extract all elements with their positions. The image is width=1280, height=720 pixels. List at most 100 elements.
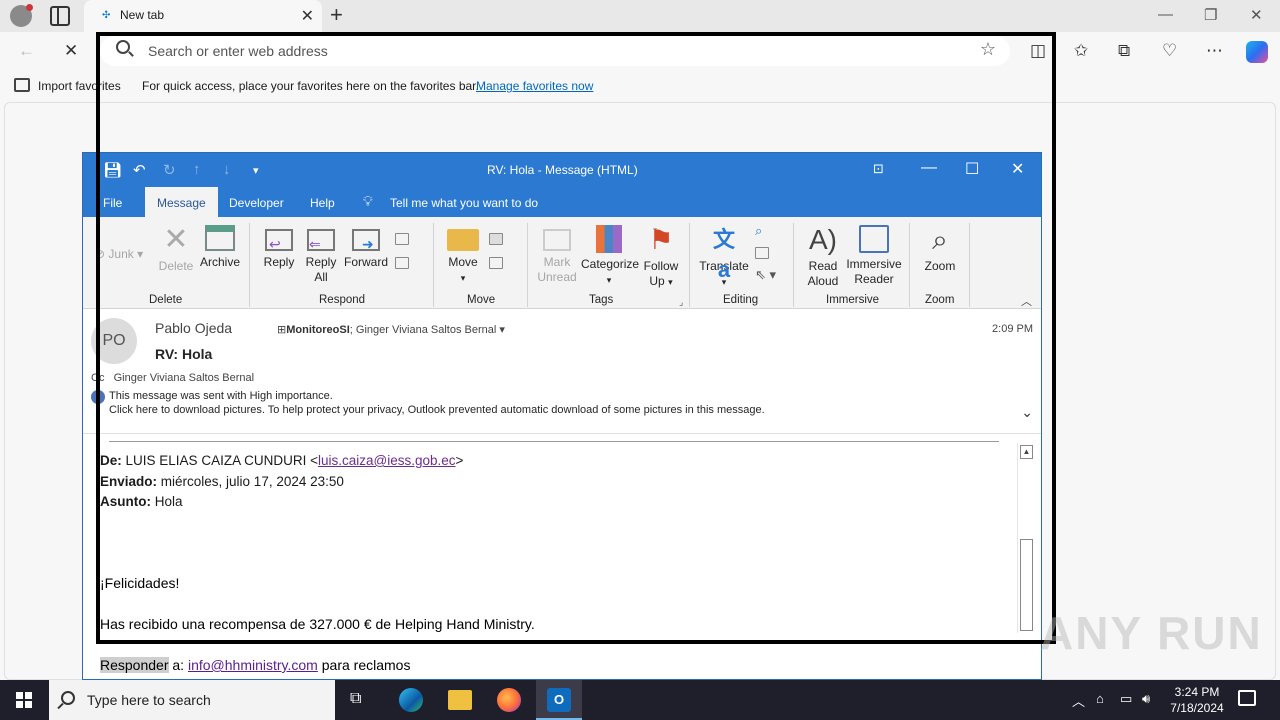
edge-taskbar-icon[interactable] — [399, 688, 423, 712]
close-icon[interactable]: ✕ — [1250, 6, 1263, 24]
browser-tab-bar: ✣ New tab ✕ + — ❐ ✕ — [0, 0, 1280, 32]
tab-developer[interactable]: Developer — [229, 196, 284, 210]
manage-favorites-link[interactable]: Manage favorites now — [476, 79, 593, 93]
more-icon[interactable]: ⋯ — [1206, 41, 1223, 61]
notifications-icon[interactable] — [1238, 690, 1256, 706]
save-icon[interactable]: 💾︎ — [103, 161, 122, 179]
tab-help[interactable]: Help — [310, 196, 335, 210]
new-tab-icon[interactable]: + — [330, 2, 343, 28]
stop-loading-icon[interactable]: ✕ — [64, 41, 78, 61]
mark-unread-button[interactable]: Mark Unread — [535, 225, 579, 285]
minimize-icon[interactable]: — — [1158, 6, 1173, 23]
onenote-icon[interactable] — [489, 233, 503, 245]
translate-button[interactable]: 文a Translate ▾ — [697, 225, 751, 290]
file-explorer-icon[interactable] — [448, 690, 472, 710]
reply-all-button[interactable]: ⇐ Reply All — [303, 225, 339, 285]
volume-icon[interactable]: 🔊︎ — [1142, 691, 1150, 707]
from-label: De: — [100, 453, 122, 468]
network-icon[interactable]: ▭ — [1120, 691, 1132, 707]
follow-up-dropdown-icon: ▾ — [668, 277, 673, 287]
collapse-ribbon-icon[interactable]: ︿ — [1021, 293, 1032, 309]
import-favorites-button[interactable]: Import favorites — [38, 79, 121, 93]
profile-icon[interactable] — [10, 4, 33, 27]
browser-tab[interactable]: ✣ New tab ✕ — [84, 0, 322, 32]
taskbar-search[interactable]: Type here to search — [49, 680, 335, 720]
firefox-icon[interactable] — [497, 688, 521, 712]
next-item-icon[interactable]: ↓ — [223, 161, 231, 178]
outlook-minimize-icon[interactable]: — — [921, 159, 937, 177]
ribbon-display-options-icon[interactable]: ⊡ — [873, 161, 884, 177]
move-button[interactable]: Move ▾ — [445, 225, 481, 286]
junk-button[interactable]: ⊘ Junk ▾ — [95, 247, 143, 262]
tab-file[interactable]: File — [103, 196, 122, 210]
cc-recipient[interactable]: Ginger Viviana Saltos Bernal — [114, 372, 254, 384]
group-separator — [969, 223, 970, 307]
outlook-maximize-icon[interactable]: ☐ — [965, 159, 979, 179]
clock[interactable]: 3:24 PM 7/18/2024 — [1160, 684, 1234, 716]
address-bar[interactable]: Search or enter web address ☆ — [100, 36, 1010, 66]
previous-item-icon[interactable]: ↑ — [193, 161, 201, 178]
collections-icon[interactable]: ⧉ — [1118, 41, 1130, 61]
info-icon: i — [91, 390, 105, 404]
recipients-dropdown-icon[interactable]: ▾ — [499, 324, 505, 336]
taskbar-search-input[interactable]: Type here to search — [87, 692, 211, 708]
select-icon[interactable]: ⇖ ▾ — [755, 267, 776, 283]
task-view-icon[interactable]: ⧉ — [350, 690, 374, 714]
importance-notice: This message was sent with High importan… — [109, 390, 333, 402]
expand-header-icon[interactable]: ⌄ — [1021, 404, 1033, 421]
categorize-button[interactable]: Categorize ▾ — [581, 225, 639, 288]
zoom-button[interactable]: ⌕ Zoom — [921, 225, 959, 274]
reply-email-link[interactable]: info@hhministry.com — [188, 657, 318, 673]
related-icon[interactable] — [755, 247, 769, 259]
immersive-reader-button[interactable]: Immersive Reader — [843, 225, 905, 287]
tab-message[interactable]: Message — [145, 187, 218, 217]
reply-button[interactable]: ↩ Reply — [261, 225, 297, 270]
subject-label: Asunto: — [100, 494, 151, 509]
received-time: 2:09 PM — [992, 323, 1033, 335]
read-aloud-button[interactable]: A) Read Aloud — [801, 225, 845, 289]
recipient-other: ; Ginger Viviana Saltos Bernal — [349, 324, 497, 336]
split-screen-icon[interactable]: ◫ — [1030, 41, 1046, 61]
tab-actions-icon[interactable] — [50, 6, 70, 26]
start-button-icon[interactable] — [16, 692, 32, 708]
tab-close-icon[interactable]: ✕ — [301, 6, 314, 26]
delete-button[interactable]: ✕ Delete — [157, 225, 195, 274]
outlook-close-icon[interactable]: ✕ — [1011, 159, 1024, 179]
actions-icon[interactable] — [489, 257, 503, 269]
reply-instructions: Responder a: info@hhministry.com para re… — [100, 657, 410, 673]
scroll-up-icon[interactable]: ▲ — [1020, 445, 1033, 459]
from-email-link[interactable]: luis.caiza@iess.gob.ec — [318, 453, 456, 468]
scroll-thumb[interactable] — [1020, 539, 1033, 631]
favorite-star-icon[interactable]: ☆ — [980, 39, 996, 60]
tell-me-search[interactable]: Tell me what you want to do — [390, 196, 538, 210]
restore-icon[interactable]: ❐ — [1204, 6, 1217, 24]
tags-dialog-launcher-icon[interactable]: ⌟ — [679, 297, 683, 308]
favorites-icon[interactable]: ✩ — [1074, 41, 1088, 61]
recipient-group: MonitoreoSI — [286, 324, 350, 336]
redo-icon[interactable]: ↻ — [163, 161, 176, 179]
archive-button[interactable]: Archive — [199, 225, 241, 270]
sender-name[interactable]: Pablo Ojeda — [155, 320, 232, 336]
find-icon[interactable]: ⌕ — [755, 223, 762, 239]
browser-essentials-icon[interactable]: ♡ — [1162, 41, 1177, 61]
outlook-taskbar-button[interactable]: O — [536, 680, 582, 720]
address-input[interactable]: Search or enter web address — [148, 43, 328, 59]
back-icon[interactable]: ← — [18, 41, 35, 61]
vertical-scrollbar[interactable]: ▲ — [1017, 443, 1034, 633]
message-header: PO Pablo Ojeda ⊞MonitoreoSI; Ginger Vivi… — [83, 310, 1041, 434]
delete-icon: ✕ — [163, 223, 189, 256]
customize-qat-icon[interactable]: ▾ — [253, 164, 259, 177]
forward-button[interactable]: ➜ Forward — [343, 225, 389, 270]
recipients[interactable]: ⊞MonitoreoSI; Ginger Viviana Saltos Bern… — [277, 323, 505, 336]
meeting-reply-icon[interactable] — [395, 233, 409, 245]
device-icon[interactable]: ⌂ — [1096, 691, 1104, 706]
group-separator — [909, 223, 910, 307]
copilot-icon[interactable] — [1246, 41, 1268, 63]
undo-icon[interactable]: ↶ — [133, 161, 146, 179]
show-hidden-icons-icon[interactable]: ︿ — [1072, 691, 1085, 710]
greeting-text: ¡Felicidades! — [100, 575, 180, 591]
download-pictures-notice[interactable]: Click here to download pictures. To help… — [109, 404, 765, 416]
follow-up-button[interactable]: ⚑ Follow Up ▾ — [641, 225, 681, 290]
more-respond-icon[interactable] — [395, 257, 409, 269]
message-subject: RV: Hola — [155, 346, 213, 362]
